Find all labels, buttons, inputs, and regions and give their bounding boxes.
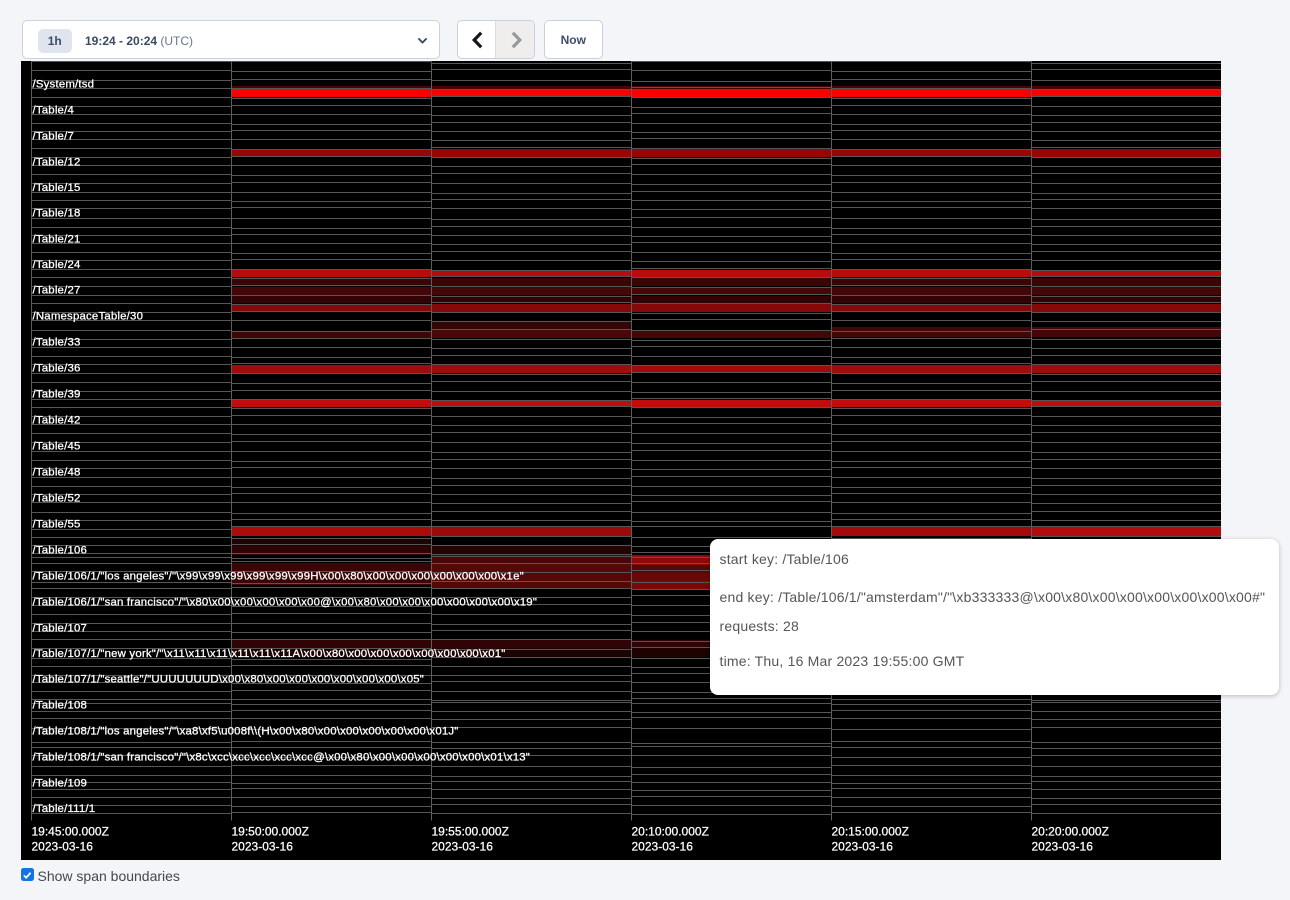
svg-text:2023-03-16: 2023-03-16 [1032, 840, 1094, 854]
svg-text:/Table/107/1/"seattle"/"UUUUUU: /Table/107/1/"seattle"/"UUUUUUUD\x00\x80… [33, 673, 425, 685]
svg-text:/Table/108/1/"san francisco"/": /Table/108/1/"san francisco"/"\x8c\xcc\x… [33, 751, 531, 763]
svg-text:2023-03-16: 2023-03-16 [32, 840, 94, 854]
svg-text:/Table/33: /Table/33 [33, 336, 81, 348]
svg-text:/Table/4: /Table/4 [33, 104, 75, 116]
svg-text:/Table/15: /Table/15 [33, 182, 81, 194]
svg-text:19:55:00.000Z: 19:55:00.000Z [432, 825, 509, 839]
svg-text:/Table/107: /Table/107 [33, 622, 88, 634]
svg-text:/NamespaceTable/30: /NamespaceTable/30 [33, 310, 144, 322]
svg-text:/Table/27: /Table/27 [33, 284, 81, 296]
svg-text:/Table/39: /Table/39 [33, 388, 81, 400]
svg-text:/Table/18: /Table/18 [33, 207, 81, 219]
svg-text:19:45:00.000Z: 19:45:00.000Z [32, 825, 109, 839]
svg-text:2023-03-16: 2023-03-16 [832, 840, 894, 854]
svg-text:/Table/108/1/"los angeles"/"\x: /Table/108/1/"los angeles"/"\xa8\xf5\u00… [33, 725, 459, 737]
svg-text:2023-03-16: 2023-03-16 [632, 840, 694, 854]
svg-text:/Table/12: /Table/12 [33, 156, 81, 168]
svg-text:/Table/111/1: /Table/111/1 [33, 803, 96, 815]
svg-text:2023-03-16: 2023-03-16 [232, 840, 294, 854]
svg-text:/Table/45: /Table/45 [33, 440, 81, 452]
svg-text:2023-03-16: 2023-03-16 [432, 840, 494, 854]
svg-text:20:15:00.000Z: 20:15:00.000Z [832, 825, 909, 839]
svg-text:/System/tsd: /System/tsd [33, 78, 95, 90]
svg-text:20:10:00.000Z: 20:10:00.000Z [632, 825, 709, 839]
svg-text:20:20:00.000Z: 20:20:00.000Z [1032, 825, 1109, 839]
svg-text:19:50:00.000Z: 19:50:00.000Z [232, 825, 309, 839]
svg-text:/Table/55: /Table/55 [33, 518, 81, 530]
svg-text:/Table/107/1/"new york"/"\x11\: /Table/107/1/"new york"/"\x11\x11\x11\x1… [33, 648, 506, 660]
svg-text:/Table/21: /Table/21 [33, 233, 81, 245]
svg-text:/Table/106: /Table/106 [33, 544, 88, 556]
svg-text:/Table/48: /Table/48 [33, 466, 81, 478]
svg-text:/Table/42: /Table/42 [33, 414, 81, 426]
svg-text:/Table/24: /Table/24 [33, 259, 81, 271]
svg-text:/Table/109: /Table/109 [33, 777, 88, 789]
svg-text:/Table/36: /Table/36 [33, 362, 81, 374]
svg-text:/Table/108: /Table/108 [33, 699, 88, 711]
svg-text:/Table/106/1/"los angeles"/"\x: /Table/106/1/"los angeles"/"\x99\x99\x99… [33, 570, 524, 582]
svg-text:/Table/106/1/"san francisco"/": /Table/106/1/"san francisco"/"\x80\x00\x… [33, 596, 538, 608]
svg-text:/Table/7: /Table/7 [33, 130, 75, 142]
svg-text:/Table/52: /Table/52 [33, 492, 81, 504]
